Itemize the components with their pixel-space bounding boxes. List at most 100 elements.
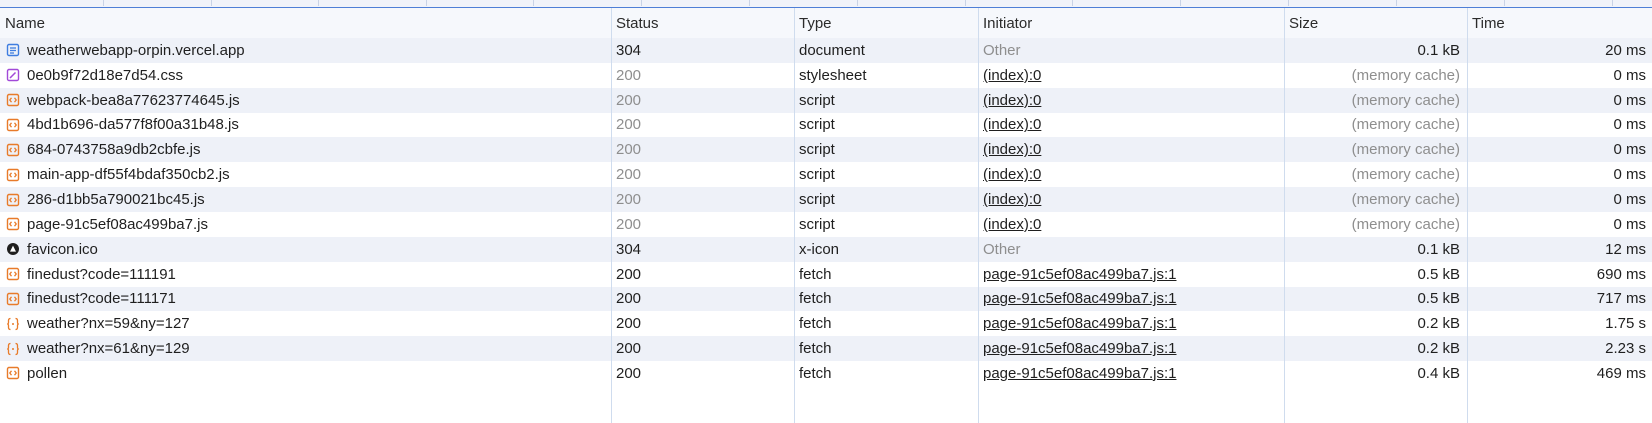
size-cell-text: (memory cache) bbox=[1351, 215, 1460, 233]
type-cell-text: script bbox=[799, 215, 835, 233]
initiator-cell: (index):0 bbox=[978, 162, 1284, 187]
type-cell-text: fetch bbox=[799, 340, 832, 358]
table-row[interactable]: favicon.ico 304 x-icon Other 0.1 kB 12 ms bbox=[0, 236, 1652, 262]
status-cell: 304 bbox=[611, 38, 794, 63]
table-row[interactable]: 684-0743758a9db2cbfe.js 200 script (index):… bbox=[0, 137, 1652, 163]
type-cell-text: fetch bbox=[799, 265, 832, 283]
time-cell: 469 ms bbox=[1467, 361, 1652, 386]
request-name-cell[interactable]: pollen bbox=[0, 361, 611, 386]
status-cell: 200 bbox=[611, 137, 794, 162]
initiator-link[interactable]: (index):0 bbox=[983, 116, 1041, 133]
initiator-cell: page-91c5ef08ac499ba7.js:1 bbox=[978, 287, 1284, 312]
initiator-link[interactable]: page-91c5ef08ac499ba7.js:1 bbox=[983, 315, 1177, 332]
column-divider[interactable] bbox=[794, 8, 795, 423]
request-name-cell[interactable]: weather?nx=59&ny=127 bbox=[0, 311, 611, 336]
request-name-cell[interactable]: 286-d1bb5a790021bc45.js bbox=[0, 187, 611, 212]
status-cell: 200 bbox=[611, 162, 794, 187]
request-name: webpack-bea8a77623774645.js bbox=[27, 91, 240, 109]
size-cell: (memory cache) bbox=[1284, 187, 1467, 212]
initiator-link[interactable]: (index):0 bbox=[983, 141, 1041, 158]
status-cell: 200 bbox=[611, 88, 794, 113]
request-name-cell[interactable]: 4bd1b696-da577f8f00a31b48.js bbox=[0, 113, 611, 138]
initiator-link[interactable]: (index):0 bbox=[983, 92, 1041, 109]
time-cell: 717 ms bbox=[1467, 287, 1652, 312]
time-cell-text: 0 ms bbox=[1613, 91, 1646, 109]
time-cell: 690 ms bbox=[1467, 262, 1652, 287]
timeline-tick bbox=[1504, 0, 1505, 6]
type-cell: document bbox=[794, 38, 978, 63]
size-cell-text: (memory cache) bbox=[1351, 66, 1460, 84]
document-icon bbox=[5, 42, 21, 58]
status-cell-text: 304 bbox=[616, 41, 642, 59]
column-header-name[interactable]: Name bbox=[0, 8, 611, 38]
initiator-link[interactable]: page-91c5ef08ac499ba7.js:1 bbox=[983, 365, 1177, 382]
request-name: 4bd1b696-da577f8f00a31b48.js bbox=[27, 116, 239, 134]
initiator-text: Other bbox=[983, 41, 1021, 59]
request-name-cell[interactable]: weatherwebapp-orpin.vercel.app bbox=[0, 38, 611, 63]
column-divider[interactable] bbox=[1467, 8, 1468, 423]
status-cell: 304 bbox=[611, 237, 794, 262]
size-cell-text: 0.5 kB bbox=[1417, 290, 1460, 308]
time-cell-text: 0 ms bbox=[1613, 215, 1646, 233]
request-name-cell[interactable]: finedust?code=111171 bbox=[0, 287, 611, 312]
time-cell-text: 0 ms bbox=[1613, 141, 1646, 159]
type-cell: fetch bbox=[794, 336, 978, 361]
request-name: 0e0b9f72d18e7d54.css bbox=[27, 66, 183, 84]
status-cell-text: 200 bbox=[616, 116, 642, 134]
table-header: Name Status Type Initiator Size Time bbox=[0, 8, 1652, 39]
table-row[interactable]: weather?nx=61&ny=129 200 fetch page-91c5ef0… bbox=[0, 336, 1652, 362]
initiator-cell: (index):0 bbox=[978, 187, 1284, 212]
column-header-initiator[interactable]: Initiator bbox=[978, 8, 1284, 38]
size-cell: (memory cache) bbox=[1284, 88, 1467, 113]
initiator-link[interactable]: page-91c5ef08ac499ba7.js:1 bbox=[983, 340, 1177, 357]
type-cell: script bbox=[794, 212, 978, 237]
column-divider[interactable] bbox=[978, 8, 979, 423]
timeline-tick bbox=[1072, 0, 1073, 6]
time-cell-text: 20 ms bbox=[1605, 41, 1646, 59]
table-row[interactable]: 286-d1bb5a790021bc45.js 200 script (index):… bbox=[0, 187, 1652, 212]
column-divider[interactable] bbox=[611, 8, 612, 423]
timeline-tick bbox=[533, 0, 534, 6]
table-row[interactable]: weatherwebapp-orpin.vercel.app 304 documen… bbox=[0, 38, 1652, 63]
table-row[interactable]: weather?nx=59&ny=127 200 fetch page-91c5ef0… bbox=[0, 311, 1652, 337]
request-name-cell[interactable]: finedust?code=111191 bbox=[0, 262, 611, 287]
initiator-link[interactable]: (index):0 bbox=[983, 216, 1041, 233]
table-row[interactable]: finedust?code=111171 200 fetch page-91c5ef0… bbox=[0, 286, 1652, 312]
column-header-time[interactable]: Time bbox=[1467, 8, 1652, 38]
initiator-link[interactable]: page-91c5ef08ac499ba7.js:1 bbox=[983, 290, 1177, 307]
column-header-size[interactable]: Size bbox=[1284, 8, 1467, 38]
table-row[interactable]: main-app-df55f4bdaf350cb2.js 200 script (in… bbox=[0, 162, 1652, 188]
initiator-link[interactable]: (index):0 bbox=[983, 67, 1041, 84]
request-name-cell[interactable]: 684-0743758a9db2cbfe.js bbox=[0, 137, 611, 162]
request-name-cell[interactable]: weather?nx=61&ny=129 bbox=[0, 336, 611, 361]
initiator-cell: page-91c5ef08ac499ba7.js:1 bbox=[978, 262, 1284, 287]
request-name-cell[interactable]: favicon.ico bbox=[0, 237, 611, 262]
request-name-cell[interactable]: webpack-bea8a77623774645.js bbox=[0, 88, 611, 113]
column-divider[interactable] bbox=[1284, 8, 1285, 423]
table-row[interactable]: 0e0b9f72d18e7d54.css 200 stylesheet (index)… bbox=[0, 62, 1652, 88]
time-cell-text: 0 ms bbox=[1613, 191, 1646, 209]
fetch-icon bbox=[5, 365, 21, 381]
initiator-link[interactable]: page-91c5ef08ac499ba7.js:1 bbox=[983, 266, 1177, 283]
request-name-cell[interactable]: 0e0b9f72d18e7d54.css bbox=[0, 63, 611, 88]
initiator-link[interactable]: (index):0 bbox=[983, 191, 1041, 208]
request-name-cell[interactable]: main-app-df55f4bdaf350cb2.js bbox=[0, 162, 611, 187]
column-header-type[interactable]: Type bbox=[794, 8, 978, 38]
time-cell: 0 ms bbox=[1467, 88, 1652, 113]
script-icon bbox=[5, 92, 21, 108]
table-row[interactable]: 4bd1b696-da577f8f00a31b48.js 200 script (in… bbox=[0, 112, 1652, 138]
table-row[interactable]: page-91c5ef08ac499ba7.js 200 script (index)… bbox=[0, 211, 1652, 237]
timeline-tick bbox=[211, 0, 212, 6]
column-header-status[interactable]: Status bbox=[611, 8, 794, 38]
table-row[interactable]: finedust?code=111191 200 fetch page-91c5ef0… bbox=[0, 261, 1652, 287]
initiator-cell: (index):0 bbox=[978, 113, 1284, 138]
table-row[interactable]: webpack-bea8a77623774645.js 200 script (ind… bbox=[0, 87, 1652, 113]
type-cell-text: script bbox=[799, 166, 835, 184]
request-name: favicon.ico bbox=[27, 240, 98, 258]
size-cell: 0.2 kB bbox=[1284, 336, 1467, 361]
table-row[interactable]: pollen 200 fetch page-91c5ef08ac499ba7.js:1… bbox=[0, 361, 1652, 386]
initiator-link[interactable]: (index):0 bbox=[983, 166, 1041, 183]
request-name-cell[interactable]: page-91c5ef08ac499ba7.js bbox=[0, 212, 611, 237]
initiator-cell: Other bbox=[978, 237, 1284, 262]
timeline-tick bbox=[1180, 0, 1181, 6]
